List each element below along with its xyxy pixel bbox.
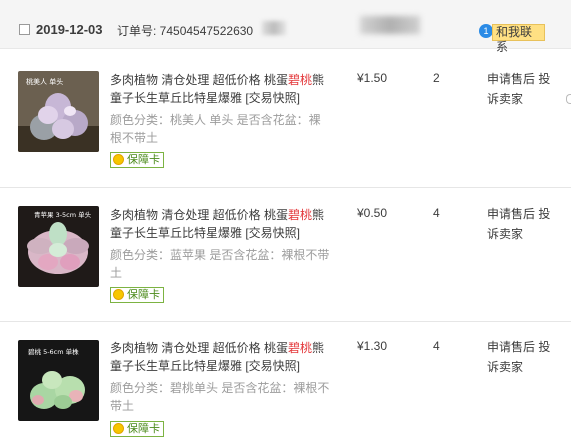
thumbnail-caption: 桃美人 单头: [26, 77, 63, 86]
product-title[interactable]: 多肉植物 清仓处理 超低价格 桃蛋碧桃熊童子长生草丘比特星爆雅 [交易快照]: [110, 71, 330, 107]
contact-seller-label: 和我联系: [492, 24, 545, 54]
order-item-row: 碧桃 5-6cm 单株 多肉植物 清仓处理 超低价格 桃蛋碧桃熊童子长生草丘比特…: [0, 322, 571, 448]
thumbnail-caption: 碧桃 5-6cm 单株: [28, 347, 79, 356]
chat-bubble-icon: 1: [479, 24, 493, 38]
item-quantity: 4: [433, 339, 440, 353]
product-title[interactable]: 多肉植物 清仓处理 超低价格 桃蛋碧桃熊童子长生草丘比特星爆雅 [交易快照]: [110, 339, 330, 375]
product-thumbnail[interactable]: 碧桃 5-6cm 单株: [18, 340, 99, 421]
product-thumbnail[interactable]: 桃美人 单头: [18, 71, 99, 152]
item-price: ¥0.50: [357, 206, 388, 220]
guarantee-card-badge[interactable]: 保障卡: [110, 152, 164, 168]
item-price: ¥1.50: [357, 71, 388, 85]
guarantee-card-badge[interactable]: 保障卡: [110, 421, 164, 437]
redacted-order-digits: [262, 21, 286, 35]
order-item-row: 桃美人 单头 多肉植物 清仓处理 超低价格 桃蛋碧桃熊童子长生草丘比特星爆雅 […: [0, 49, 571, 188]
order-header: 2019-12-03 订单号: 74504547522630 1 和我联系: [0, 0, 571, 54]
after-sale-links[interactable]: 申请售后 投诉卖家: [487, 69, 557, 109]
contact-seller-button[interactable]: 1 和我联系: [479, 24, 545, 54]
guarantee-icon: [113, 423, 124, 434]
after-sale-links[interactable]: 申请售后 投诉卖家: [487, 204, 557, 244]
item-quantity: 2: [433, 71, 440, 85]
product-sku: 颜色分类：桃美人 单头 是否含花盆：裸根不带土: [110, 113, 321, 145]
guarantee-icon: [113, 154, 124, 165]
product-sku: 颜色分类：蓝苹果 是否含花盆：裸根不带土: [110, 248, 330, 280]
product-sku: 颜色分类：碧桃单头 是否含花盆：裸根不带土: [110, 381, 330, 413]
product-thumbnail[interactable]: 青苹果 3-5cm 单头: [18, 206, 99, 287]
item-price: ¥1.30: [357, 339, 388, 353]
order-item-row: 青苹果 3-5cm 单头 多肉植物 清仓处理 超低价格 桃蛋碧桃熊童子长生草丘比…: [0, 188, 571, 322]
scroll-handle[interactable]: [566, 94, 571, 104]
redacted-shop-name: [360, 16, 420, 34]
guarantee-card-badge[interactable]: 保障卡: [110, 287, 164, 303]
guarantee-icon: [113, 289, 124, 300]
order-select-checkbox[interactable]: [19, 24, 30, 35]
thumbnail-caption: 青苹果 3-5cm 单头: [34, 210, 92, 219]
item-quantity: 4: [433, 206, 440, 220]
product-title[interactable]: 多肉植物 清仓处理 超低价格 桃蛋碧桃熊童子长生草丘比特星爆雅 [交易快照]: [110, 206, 330, 242]
order-number: 订单号: 74504547522630: [117, 24, 254, 38]
order-date: 2019-12-03: [36, 22, 103, 37]
after-sale-links[interactable]: 申请售后 投诉卖家: [487, 337, 557, 377]
